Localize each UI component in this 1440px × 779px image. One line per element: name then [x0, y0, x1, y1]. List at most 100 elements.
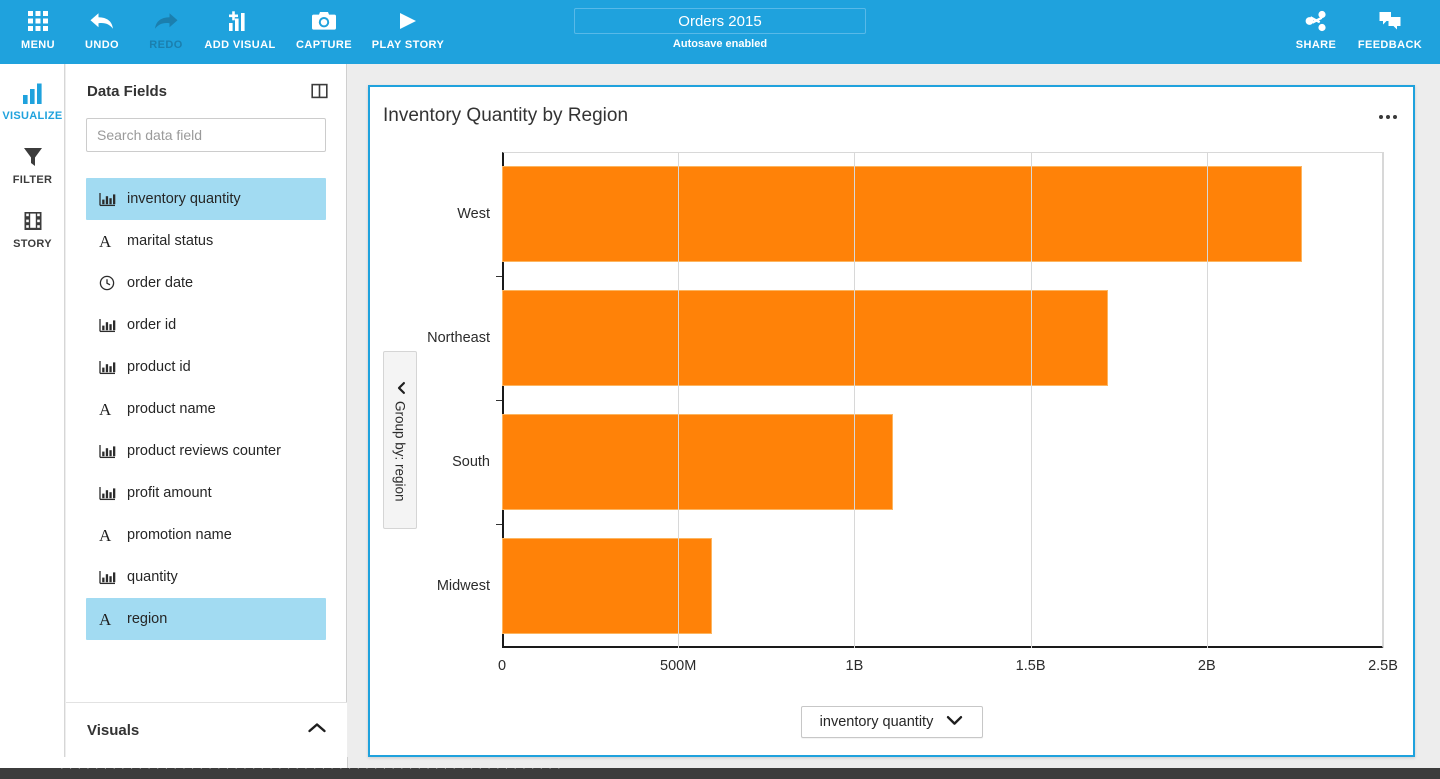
autosave-status: Autosave enabled: [574, 38, 866, 50]
rail-item-visualize-label: VISUALIZE: [2, 110, 62, 122]
chart-bar[interactable]: [502, 290, 1108, 386]
y-axis-tick: [496, 400, 502, 401]
y-axis-tick: [496, 276, 502, 277]
redo-button-label: REDO: [149, 39, 182, 51]
gridline: [1207, 152, 1208, 648]
chart-plot-area: 0500M1B1.5B2B2.5BWestNortheastSouthMidwe…: [502, 152, 1383, 648]
data-field-label: inventory quantity: [127, 191, 241, 207]
bar-chart-icon: [21, 78, 45, 104]
camera-icon: [311, 8, 337, 34]
rail-item-story[interactable]: STORY: [0, 192, 65, 256]
data-field-row-order-date[interactable]: order date: [86, 262, 326, 304]
data-field-row-product-reviews-counter[interactable]: product reviews counter: [86, 430, 326, 472]
bar-chart-field-icon: [99, 192, 123, 207]
chevron-down-icon: [946, 713, 963, 731]
grid-menu-icon: [27, 8, 49, 34]
data-field-row-product-name[interactable]: Aproduct name: [86, 388, 326, 430]
chevron-up-icon[interactable]: [307, 721, 327, 739]
data-field-label: quantity: [127, 569, 178, 585]
add-chart-icon: [227, 8, 253, 34]
play-icon: [396, 8, 420, 34]
chart-bar[interactable]: [502, 166, 1302, 262]
group-by-control[interactable]: Group by: region: [383, 351, 417, 529]
data-field-row-promotion-name[interactable]: Apromotion name: [86, 514, 326, 556]
ellipsis-icon[interactable]: [1377, 109, 1399, 125]
data-field-label: profit amount: [127, 485, 212, 501]
measure-dropdown[interactable]: inventory quantity: [801, 706, 983, 738]
data-fields-header: Data Fields: [66, 64, 346, 118]
data-field-row-profit-amount[interactable]: profit amount: [86, 472, 326, 514]
feedback-button[interactable]: FEEDBACK: [1348, 0, 1432, 51]
measure-dropdown-label: inventory quantity: [820, 714, 934, 730]
gridline: [678, 152, 679, 648]
play-story-button-label: PLAY STORY: [372, 39, 444, 51]
data-field-row-order-id[interactable]: order id: [86, 304, 326, 346]
data-field-row-inventory-quantity[interactable]: inventory quantity: [86, 178, 326, 220]
text-field-icon: A: [99, 527, 123, 544]
add-visual-button[interactable]: ADD VISUAL: [198, 0, 282, 51]
chart-bar[interactable]: [502, 538, 712, 634]
y-axis-category-label: Midwest: [437, 578, 490, 594]
y-axis-category-label: Northeast: [427, 330, 490, 346]
data-field-label: order date: [127, 275, 193, 291]
group-by-label: Group by: region: [393, 401, 408, 502]
chart-bar[interactable]: [502, 414, 893, 510]
share-button[interactable]: SHARE: [1284, 0, 1348, 51]
data-fields-list: inventory quantity Amarital status order d…: [66, 170, 346, 778]
data-field-row-product-id[interactable]: product id: [86, 346, 326, 388]
capture-button-label: CAPTURE: [296, 39, 352, 51]
search-input[interactable]: [86, 118, 326, 152]
y-axis-category-label: West: [457, 206, 490, 222]
data-field-row-region[interactable]: Aregion: [86, 598, 326, 640]
gridline: [1031, 152, 1032, 648]
bar-chart-field-icon: [99, 486, 123, 501]
data-fields-panel: Data Fields inventory quantity Amarital s…: [66, 64, 347, 779]
capture-button[interactable]: CAPTURE: [282, 0, 366, 51]
status-strip: · · · · · · · · · · · · · · · · · · · · …: [0, 768, 1440, 779]
document-title-area: Autosave enabled: [574, 8, 866, 50]
undo-arrow-icon: [89, 8, 115, 34]
visual-container[interactable]: Inventory Quantity by Region Group by: r…: [368, 85, 1415, 757]
rail-item-filter[interactable]: FILTER: [0, 128, 65, 192]
x-axis-tick-label: 500M: [660, 658, 696, 674]
search-field-wrap: [66, 118, 346, 152]
data-field-label: product reviews counter: [127, 443, 281, 459]
data-field-label: product id: [127, 359, 191, 375]
data-field-label: order id: [127, 317, 176, 333]
data-field-label: promotion name: [127, 527, 232, 543]
rail-item-visualize[interactable]: VISUALIZE: [0, 64, 65, 128]
redo-arrow-icon: [153, 8, 179, 34]
panel-footer-spacer: [0, 757, 348, 768]
status-strip-text: · · · · · · · · · · · · · · · · · · · · …: [0, 768, 1440, 779]
document-title-input[interactable]: [574, 8, 866, 34]
play-story-button[interactable]: PLAY STORY: [366, 0, 450, 51]
y-axis-tick: [496, 524, 502, 525]
redo-button[interactable]: REDO: [134, 0, 198, 51]
gridline: [854, 152, 855, 648]
bar-chart-field-icon: [99, 570, 123, 585]
share-nodes-icon: [1304, 8, 1328, 34]
clock-field-icon: [99, 275, 123, 291]
x-axis-tick-label: 1.5B: [1016, 658, 1046, 674]
funnel-icon: [21, 142, 45, 168]
data-field-label: marital status: [127, 233, 213, 249]
bar-chart-field-icon: [99, 318, 123, 333]
data-field-row-quantity[interactable]: quantity: [86, 556, 326, 598]
share-button-label: SHARE: [1296, 39, 1337, 51]
comment-bubbles-icon: [1378, 8, 1402, 34]
visuals-section-header[interactable]: Visuals: [66, 702, 347, 757]
visuals-section-title: Visuals: [87, 722, 307, 739]
toolbar-left-group: MENU UNDO REDO: [0, 0, 450, 51]
data-field-label: product name: [127, 401, 216, 417]
top-toolbar: MENU UNDO REDO: [0, 0, 1440, 64]
data-field-row-marital-status[interactable]: Amarital status: [86, 220, 326, 262]
x-axis-tick-label: 2B: [1198, 658, 1216, 674]
data-field-label: region: [127, 611, 167, 627]
x-axis-tick-label: 2.5B: [1368, 658, 1398, 674]
toolbar-right-group: SHARE FEEDBACK: [1284, 0, 1432, 51]
menu-button[interactable]: MENU: [6, 0, 70, 51]
split-panel-icon[interactable]: [311, 83, 328, 99]
visual-title: Inventory Quantity by Region: [383, 105, 628, 127]
undo-button[interactable]: UNDO: [70, 0, 134, 51]
menu-button-label: MENU: [21, 39, 55, 51]
